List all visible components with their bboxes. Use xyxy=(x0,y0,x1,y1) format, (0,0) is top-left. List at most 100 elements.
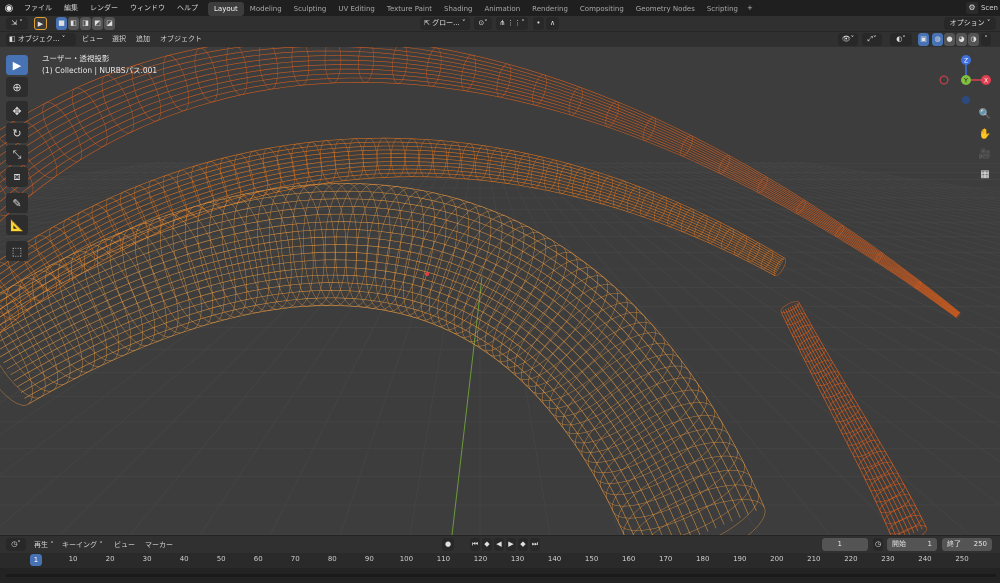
timeline-track[interactable] xyxy=(0,568,1000,583)
measure-tool-icon[interactable]: 📐 xyxy=(6,215,28,235)
zoom-icon[interactable]: 🔍 xyxy=(976,105,994,123)
tab-uv-editing[interactable]: UV Editing xyxy=(332,2,381,16)
shading-options-icon[interactable]: ˅ xyxy=(981,33,991,46)
camera-view-icon[interactable]: 🎥 xyxy=(976,145,994,163)
marker-menu[interactable]: マーカー xyxy=(145,538,173,552)
tab-geometry-nodes[interactable]: Geometry Nodes xyxy=(630,2,701,16)
blender-logo-icon[interactable]: ◉ xyxy=(0,0,18,16)
tab-shading[interactable]: Shading xyxy=(438,2,478,16)
annotate-tool-icon[interactable]: ✎ xyxy=(6,193,28,213)
select-new-icon[interactable]: ■ xyxy=(56,17,67,30)
timeline-editor-type-icon[interactable]: ◷˅ xyxy=(6,538,26,551)
menu-window[interactable]: ウィンドウ xyxy=(124,0,171,16)
overlay-toggle-icon[interactable]: ◐˅ xyxy=(890,33,912,46)
falloff-icon[interactable]: ∧ xyxy=(546,17,559,30)
playback-menu[interactable]: 再生 ˅ xyxy=(34,538,54,552)
gizmo-toggle-icon[interactable]: ⤢˅ xyxy=(862,33,882,46)
shading-wireframe-icon[interactable]: ◍ xyxy=(932,33,943,46)
menu-file[interactable]: ファイル xyxy=(18,0,58,16)
menu-help[interactable]: ヘルプ xyxy=(171,0,204,16)
view-menu[interactable]: ビュー xyxy=(82,32,103,47)
record-icon[interactable]: ● xyxy=(442,538,454,551)
select-intersect-icon[interactable]: ◪ xyxy=(104,17,115,30)
add-workspace-icon[interactable]: + xyxy=(744,1,756,16)
pivot-point-icon[interactable]: ⊙˅ xyxy=(474,17,492,30)
tab-compositing[interactable]: Compositing xyxy=(574,2,630,16)
keying-menu[interactable]: キーイング ˅ xyxy=(62,538,103,552)
end-frame-field[interactable]: 終了 250 xyxy=(942,538,992,551)
gizmo-y-label: Y xyxy=(963,78,968,85)
tab-animation[interactable]: Animation xyxy=(478,2,526,16)
play-reverse-icon[interactable]: ◀ xyxy=(494,538,504,551)
outer-tube-wire xyxy=(0,68,958,317)
tab-layout[interactable]: Layout xyxy=(208,1,244,16)
tab-texture-paint[interactable]: Texture Paint xyxy=(381,2,438,16)
jump-start-icon[interactable]: ⏮ xyxy=(470,538,480,551)
main-tube-wire xyxy=(17,282,653,535)
prev-keyframe-icon[interactable]: ◆ xyxy=(482,538,492,551)
options-dropdown[interactable]: オプション ˅ xyxy=(944,17,996,30)
start-frame-field[interactable]: 開始 1 xyxy=(887,538,937,551)
move-tool-icon[interactable]: ✥ xyxy=(6,101,28,121)
add-menu[interactable]: 追加 xyxy=(136,32,150,47)
preview-range-icon[interactable]: ◷ xyxy=(873,538,883,551)
rotate-tool-icon[interactable]: ↻ xyxy=(6,123,28,143)
top-bar: ◉ ファイル 編集 レンダー ウィンドウ ヘルプ Layout Modeling… xyxy=(0,0,1000,16)
start-label: 開始 xyxy=(892,540,906,548)
3d-viewport[interactable]: Z Y X ユーザー・透視投影 (1) Collection | NURBSパス.0… xyxy=(0,47,1000,535)
current-frame-indicator[interactable]: 1 xyxy=(30,554,42,566)
select-extend-icon[interactable]: ◧ xyxy=(68,17,79,30)
select-menu[interactable]: 選択 xyxy=(112,32,126,47)
ruler-tick: 50 xyxy=(216,555,226,563)
grid-line xyxy=(551,161,1000,462)
end-label: 終了 xyxy=(947,540,961,548)
select-tool-icon[interactable]: ▶ xyxy=(6,55,28,75)
visibility-icon[interactable]: 👁˅ xyxy=(838,33,858,46)
transform-orientation-dropdown[interactable]: ⇱ グロー... ˅ xyxy=(420,17,470,30)
play-icon[interactable]: ▶ xyxy=(506,538,516,551)
editor-type-icon[interactable]: ⇲ ˅ xyxy=(6,17,28,30)
grid-line xyxy=(269,161,457,535)
timeline-view-menu[interactable]: ビュー xyxy=(114,538,135,552)
menu-edit[interactable]: 編集 xyxy=(58,0,84,16)
main-menu: ファイル 編集 レンダー ウィンドウ ヘルプ xyxy=(18,0,204,16)
perspective-grid-icon[interactable]: ▦ xyxy=(976,165,994,183)
gizmo-z-label: Z xyxy=(964,58,968,65)
cursor-tool-icon[interactable]: ⊕ xyxy=(6,77,28,97)
timeline-header: ◷˅ 再生 ˅ キーイング ˅ ビュー マーカー ● ⏮ ◆ ◀ ▶ ◆ ⏭ 1… xyxy=(0,535,1000,553)
tab-sculpting[interactable]: Sculpting xyxy=(288,2,333,16)
grid-line xyxy=(0,161,249,214)
next-keyframe-icon[interactable]: ◆ xyxy=(518,538,528,551)
tab-scripting[interactable]: Scripting xyxy=(701,2,744,16)
current-frame-field[interactable]: 1 xyxy=(822,538,868,551)
viewport-canvas[interactable]: Z Y X xyxy=(0,47,1000,535)
select-invert-icon[interactable]: ◩ xyxy=(92,17,103,30)
select-box-tool-icon[interactable]: ▶ xyxy=(34,17,47,30)
shading-material-icon[interactable]: ◕ xyxy=(956,33,967,46)
tab-modeling[interactable]: Modeling xyxy=(244,2,288,16)
jump-end-icon[interactable]: ⏭ xyxy=(530,538,540,551)
snap-toggle-icon[interactable]: ⋔ ⋮⋮˅ xyxy=(496,17,528,30)
ruler-tick: 80 xyxy=(327,555,337,563)
ruler-tick: 190 xyxy=(733,555,747,563)
xray-toggle-icon[interactable]: ▣ xyxy=(918,33,929,46)
scene-icon: ⚙ xyxy=(965,2,978,14)
scene-selector[interactable]: ⚙ Scen xyxy=(965,0,1000,16)
grid-line xyxy=(0,161,393,377)
proportional-edit-icon[interactable]: • xyxy=(533,17,544,30)
timeline-scrollbar[interactable] xyxy=(6,574,996,577)
shading-rendered-icon[interactable]: ◑ xyxy=(968,33,979,46)
frame-ruler[interactable]: 1 10 20 30 40 50 60 70 80 90 100 110 120 130 140 150 160… xyxy=(0,553,1000,568)
object-menu[interactable]: オブジェクト xyxy=(160,32,202,47)
select-subtract-icon[interactable]: ◨ xyxy=(80,17,91,30)
tab-rendering[interactable]: Rendering xyxy=(526,2,574,16)
transform-tool-icon[interactable]: ⧈ xyxy=(6,167,28,187)
ruler-tick: 180 xyxy=(696,555,710,563)
menu-render[interactable]: レンダー xyxy=(84,0,124,16)
shading-solid-icon[interactable]: ● xyxy=(944,33,955,46)
pan-hand-icon[interactable]: ✋ xyxy=(976,125,994,143)
outer-tube-wire xyxy=(0,59,959,316)
mode-dropdown[interactable]: ◧ オブジェク... ˅ xyxy=(6,33,76,46)
scale-tool-icon[interactable]: ⤡ xyxy=(6,145,28,165)
add-cube-tool-icon[interactable]: ⬚ xyxy=(6,241,28,261)
